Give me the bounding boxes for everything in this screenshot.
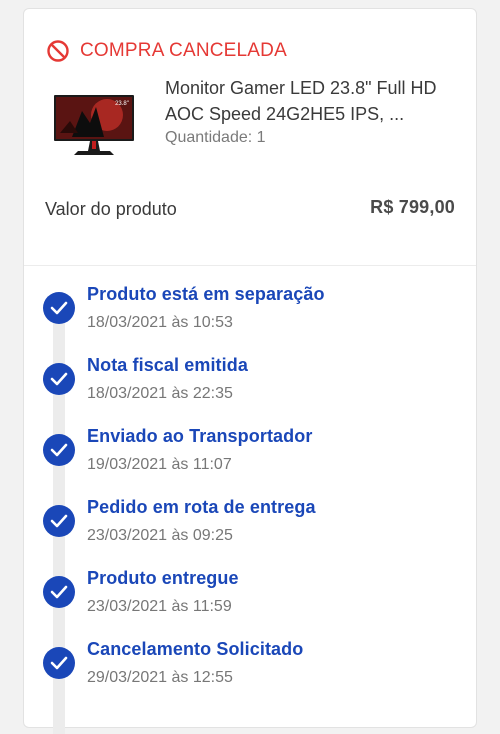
check-icon: [43, 292, 75, 324]
section-divider: [24, 265, 476, 266]
step-title: Produto está em separação: [87, 284, 325, 304]
product-name[interactable]: Monitor Gamer LED 23.8" Full HD AOC Spee…: [165, 75, 465, 127]
price-label: Valor do produto: [45, 199, 177, 219]
check-icon: [43, 363, 75, 395]
product-image[interactable]: 23.8": [52, 93, 136, 163]
product-quantity: Quantidade: 1: [165, 129, 266, 146]
status-label: COMPRA CANCELADA: [80, 40, 287, 61]
step-title: Enviado ao Transportador: [87, 426, 313, 446]
step-date: 23/03/2021 às 09:25: [87, 527, 233, 544]
step-title: Produto entregue: [87, 568, 239, 588]
order-status: COMPRA CANCELADA: [46, 39, 287, 63]
step-date: 19/03/2021 às 11:07: [87, 456, 232, 473]
step-date: 29/03/2021 às 12:55: [87, 669, 233, 686]
check-icon: [43, 576, 75, 608]
check-icon: [43, 434, 75, 466]
order-card: COMPRA CANCELADA 23.8" Monitor Gamer LED…: [23, 8, 477, 734]
step-title: Pedido em rota de entrega: [87, 497, 316, 517]
check-icon: [43, 505, 75, 537]
step-date: 18/03/2021 às 10:53: [87, 314, 233, 331]
step-date: 23/03/2021 às 11:59: [87, 598, 232, 615]
step-title: Cancelamento Solicitado: [87, 639, 304, 659]
prohibited-icon: [47, 40, 69, 62]
price-value: R$ 799,00: [370, 197, 455, 217]
step-title: Nota fiscal emitida: [87, 355, 248, 375]
product-image-badge: 23.8": [115, 101, 129, 107]
step-date: 18/03/2021 às 22:35: [87, 385, 233, 402]
check-icon: [43, 647, 75, 679]
